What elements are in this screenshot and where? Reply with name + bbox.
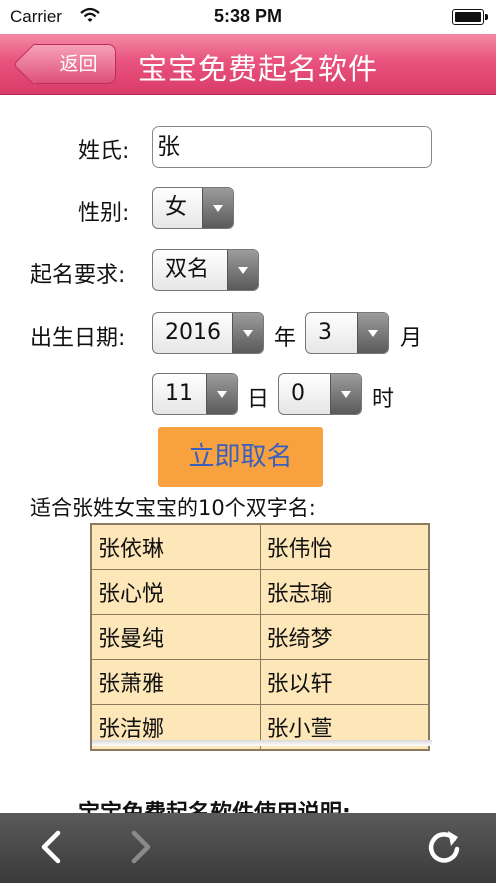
table-row: 张心悦 张志瑜 <box>90 569 430 615</box>
day-select-value: 11 <box>165 381 193 406</box>
name-cell: 张依琳 <box>90 523 261 570</box>
name-cell: 张伟怡 <box>259 523 430 570</box>
page-title: 宝宝免费起名软件 <box>138 52 379 86</box>
hour-unit: 时 <box>372 387 395 412</box>
month-select[interactable]: 3 <box>305 312 389 354</box>
day-unit: 日 <box>247 387 270 412</box>
table-shadow <box>92 740 432 746</box>
name-type-label: 起名要求: <box>30 263 126 288</box>
chevron-down-icon <box>357 313 388 353</box>
table-row: 张依琳 张伟怡 <box>90 523 430 570</box>
name-cell: 张心悦 <box>90 569 261 615</box>
surname-label: 姓氏: <box>78 139 130 164</box>
hour-select[interactable]: 0 <box>278 373 362 415</box>
generate-names-button[interactable]: 立即取名 <box>158 427 323 487</box>
instructions-title: 宝宝免费起名软件使用说明: <box>78 795 351 813</box>
name-cell: 张曼纯 <box>90 614 261 660</box>
chevron-left-icon[interactable] <box>38 827 62 867</box>
name-cell: 张志瑜 <box>259 569 430 615</box>
chevron-down-icon <box>330 374 361 414</box>
name-cell: 张萧雅 <box>90 659 261 705</box>
month-unit: 月 <box>400 326 423 351</box>
year-select[interactable]: 2016 <box>152 312 264 354</box>
chevron-right-icon[interactable] <box>130 827 154 867</box>
reload-icon[interactable] <box>424 827 464 867</box>
battery-icon <box>452 9 488 25</box>
name-type-select[interactable]: 双名 <box>152 249 259 291</box>
status-time: 5:38 PM <box>213 6 283 26</box>
table-row: 张曼纯 张绮梦 <box>90 614 430 660</box>
browser-toolbar <box>0 813 496 883</box>
chevron-down-icon <box>206 374 237 414</box>
name-type-select-value: 双名 <box>165 257 210 282</box>
gender-select-value: 女 <box>165 195 188 220</box>
chevron-down-icon <box>202 188 233 228</box>
result-heading: 适合张姓女宝宝的10个双字名: <box>30 496 316 520</box>
back-button[interactable]: 返回 <box>34 44 116 84</box>
gender-select[interactable]: 女 <box>152 187 234 229</box>
year-select-value: 2016 <box>165 320 221 345</box>
name-cell: 张绮梦 <box>259 614 430 660</box>
table-row: 张萧雅 张以轩 <box>90 659 430 705</box>
surname-input[interactable]: 张 <box>152 126 432 168</box>
status-bar: Carrier 5:38 PM <box>0 0 496 34</box>
back-button-label: 返回 <box>59 53 98 75</box>
birth-date-label: 出生日期: <box>30 326 126 351</box>
hour-select-value: 0 <box>291 381 305 406</box>
name-cell: 张以轩 <box>259 659 430 705</box>
day-select[interactable]: 11 <box>152 373 238 415</box>
chevron-down-icon <box>227 250 258 290</box>
year-unit: 年 <box>274 326 297 351</box>
month-select-value: 3 <box>318 320 332 345</box>
chevron-down-icon <box>232 313 263 353</box>
main-content: 姓氏: 张 性别: 女 起名要求: 双名 出生日期: 2016 年 3 月 11… <box>0 95 496 813</box>
names-table: 张依琳 张伟怡 张心悦 张志瑜 张曼纯 张绮梦 张萧雅 张以轩 张洁娜 张小萱 <box>90 523 430 751</box>
nav-bar: 返回 宝宝免费起名软件 <box>0 34 496 95</box>
gender-label: 性别: <box>78 201 130 226</box>
